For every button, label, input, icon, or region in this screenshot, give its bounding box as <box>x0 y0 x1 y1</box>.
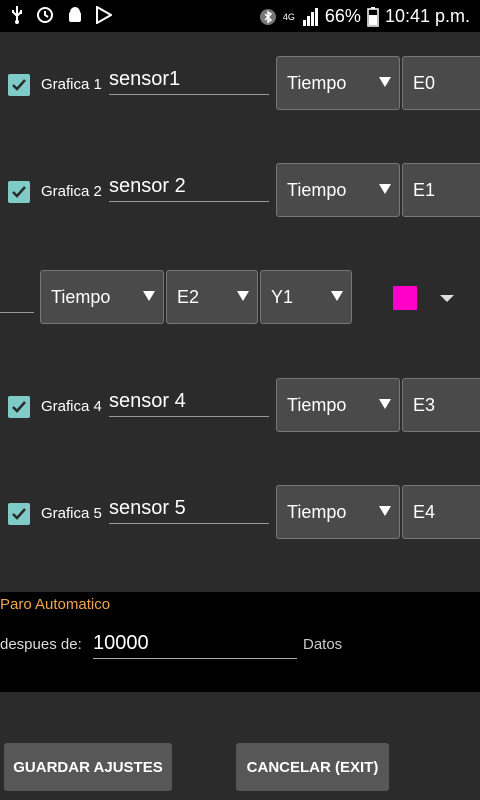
select-value: Tiempo <box>287 180 347 200</box>
graph-3-mode-select[interactable]: Tiempo <box>40 270 164 324</box>
select-value: E1 <box>413 180 436 200</box>
graph-3-name-input[interactable] <box>0 312 34 313</box>
graph-4-name-input[interactable]: sensor 4 <box>109 386 269 417</box>
graph-2-mode-select[interactable]: Tiempo <box>276 163 400 217</box>
bluetooth-icon <box>259 8 277 26</box>
auto-stop-label: despues de: <box>0 636 82 653</box>
select-value: E4 <box>413 502 436 522</box>
graph-4-channel-select[interactable]: E3 <box>402 378 480 432</box>
auto-stop-unit: Datos <box>303 636 343 653</box>
check-icon <box>12 508 26 520</box>
save-settings-button[interactable]: GUARDAR AJUSTES <box>4 743 172 791</box>
dropdown-arrow-icon <box>143 291 155 301</box>
graph-4-label: Grafica 4 <box>41 398 102 415</box>
graph-1-mode-select[interactable]: Tiempo <box>276 56 400 110</box>
dropdown-arrow-icon <box>331 291 343 301</box>
clock: 10:41 p.m. <box>384 6 470 26</box>
cancel-exit-button[interactable]: CANCELAR (EXIT) <box>236 743 389 791</box>
graph-2-label: Grafica 2 <box>41 183 102 200</box>
graph-5-name-input[interactable]: sensor 5 <box>109 493 269 524</box>
graph-2-name-input[interactable]: sensor 2 <box>109 171 269 202</box>
dropdown-arrow-icon <box>379 77 391 87</box>
usb-icon <box>10 6 24 24</box>
select-value: Y1 <box>271 287 294 307</box>
graph-row-2: Grafica 2 sensor 2 Tiempo E1 <box>0 163 480 223</box>
graph-3-channel-select[interactable]: E2 <box>166 270 258 324</box>
graph-2-channel-select[interactable]: E1 <box>402 163 480 217</box>
graph-2-checkbox[interactable] <box>8 181 30 203</box>
dropdown-arrow-icon <box>237 291 249 301</box>
graph-1-label: Grafica 1 <box>41 76 102 93</box>
graph-row-4: Grafica 4 sensor 4 Tiempo E3 <box>0 378 480 438</box>
graph-5-channel-select[interactable]: E4 <box>402 485 480 539</box>
signal-icon <box>301 7 319 26</box>
select-value: E3 <box>413 395 436 415</box>
graph-4-mode-select[interactable]: Tiempo <box>276 378 400 432</box>
graph-3-color-swatch[interactable] <box>393 286 417 310</box>
graph-row-3: Tiempo E2 Y1 <box>0 270 480 330</box>
sync-icon <box>36 6 54 24</box>
graph-5-label: Grafica 5 <box>41 505 102 522</box>
auto-stop-count-input[interactable]: 10000 <box>93 628 297 659</box>
select-value: E2 <box>177 287 200 307</box>
network-type: 4G <box>282 11 295 22</box>
dropdown-arrow-icon <box>379 184 391 194</box>
select-value: Tiempo <box>287 502 347 522</box>
android-icon <box>66 6 84 24</box>
check-icon <box>12 401 26 413</box>
graph-1-checkbox[interactable] <box>8 74 30 96</box>
select-value: Tiempo <box>287 73 347 93</box>
status-bar: 4G 66% 10:41 p.m. <box>0 0 480 32</box>
select-value: E0 <box>413 73 436 93</box>
check-icon <box>12 79 26 91</box>
graph-4-checkbox[interactable] <box>8 396 30 418</box>
auto-stop-title: Paro Automatico <box>0 596 111 613</box>
graph-1-name-input[interactable]: sensor1 <box>109 64 269 95</box>
dropdown-arrow-icon <box>379 506 391 516</box>
select-value: Tiempo <box>51 287 111 307</box>
play-store-icon <box>96 6 112 24</box>
battery-percent: 66% <box>324 6 361 26</box>
dropdown-arrow-icon <box>379 399 391 409</box>
graph-3-axis-select[interactable]: Y1 <box>260 270 352 324</box>
check-icon <box>12 186 26 198</box>
graph-5-checkbox[interactable] <box>8 503 30 525</box>
graph-row-5: Grafica 5 sensor 5 Tiempo E4 <box>0 485 480 545</box>
battery-icon <box>367 6 379 27</box>
graph-5-mode-select[interactable]: Tiempo <box>276 485 400 539</box>
graph-row-1: Grafica 1 sensor1 Tiempo E0 <box>0 56 480 116</box>
select-value: Tiempo <box>287 395 347 415</box>
graph-1-channel-select[interactable]: E0 <box>402 56 480 110</box>
color-dropdown-icon[interactable] <box>440 295 454 302</box>
